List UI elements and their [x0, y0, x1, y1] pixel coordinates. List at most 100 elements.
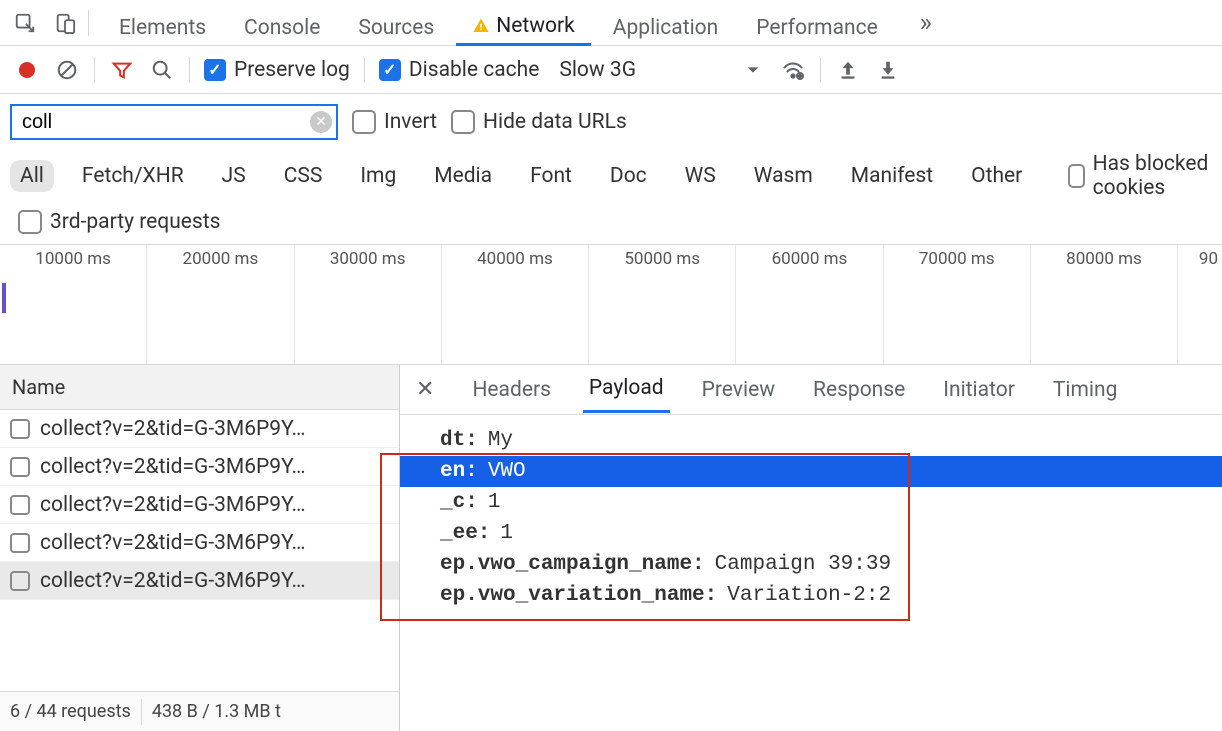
type-media[interactable]: Media	[424, 160, 502, 192]
request-name: collect?v=2&tid=G-3M6P9Y…	[40, 531, 306, 555]
type-ws[interactable]: WS	[675, 160, 726, 192]
checkbox-unchecked-icon	[18, 210, 42, 234]
timeline-tick: 20000 ms	[183, 249, 259, 269]
request-row[interactable]: collect?v=2&tid=G-3M6P9Y…	[0, 410, 399, 448]
divider	[189, 57, 190, 83]
clear-filter-icon[interactable]: ✕	[310, 111, 332, 133]
filter-icon[interactable]	[109, 57, 135, 83]
disable-cache-checkbox[interactable]: ✓ Disable cache	[379, 58, 540, 82]
request-name: collect?v=2&tid=G-3M6P9Y…	[40, 455, 306, 479]
inspect-icon[interactable]	[8, 6, 42, 40]
type-filter-row: All Fetch/XHR JS CSS Img Media Font Doc …	[0, 146, 1222, 208]
status-requests: 6 / 44 requests	[10, 701, 131, 722]
request-list-header[interactable]: Name	[0, 365, 399, 410]
search-icon[interactable]	[149, 57, 175, 83]
type-css[interactable]: CSS	[274, 160, 333, 192]
tab-elements[interactable]: Elements	[103, 0, 222, 46]
tab-network[interactable]: Network	[456, 0, 591, 46]
divider	[88, 10, 89, 36]
detail-tab-initiator[interactable]: Initiator	[937, 368, 1021, 412]
row-checkbox[interactable]	[10, 457, 30, 477]
request-list: collect?v=2&tid=G-3M6P9Y… collect?v=2&tid…	[0, 410, 399, 691]
timeline-tick: 30000 ms	[330, 249, 406, 269]
checkbox-checked-icon: ✓	[379, 59, 401, 81]
detail-tabs: ✕ Headers Payload Preview Response Initi…	[400, 365, 1222, 415]
type-doc[interactable]: Doc	[600, 160, 657, 192]
record-button[interactable]	[14, 57, 40, 83]
status-bar: 6 / 44 requests 438 B / 1.3 MB t	[0, 691, 399, 731]
status-size: 438 B / 1.3 MB t	[152, 701, 281, 722]
divider	[141, 699, 142, 725]
detail-tab-payload[interactable]: Payload	[583, 366, 670, 413]
download-har-icon[interactable]	[875, 57, 901, 83]
row-checkbox[interactable]	[10, 419, 30, 439]
request-row[interactable]: collect?v=2&tid=G-3M6P9Y…	[0, 486, 399, 524]
request-list-panel: Name collect?v=2&tid=G-3M6P9Y…collect?v=…	[0, 365, 400, 731]
third-party-row: 3rd-party requests	[0, 208, 1222, 245]
throttling-select[interactable]: Slow 3G	[553, 58, 642, 82]
panel-tabs: Elements Console Sources Network Applica…	[103, 0, 894, 46]
preserve-log-checkbox[interactable]: ✓ Preserve log	[204, 58, 350, 82]
divider	[364, 57, 365, 83]
type-wasm[interactable]: Wasm	[744, 160, 823, 192]
timeline-marker	[2, 283, 6, 313]
payload-body: dt:Myen:VWO_c:1_ee:1ep.vwo_campaign_name…	[400, 415, 1222, 731]
detail-tab-timing[interactable]: Timing	[1047, 368, 1124, 412]
detail-tab-response[interactable]: Response	[807, 368, 911, 412]
type-js[interactable]: JS	[212, 160, 256, 192]
third-party-checkbox[interactable]: 3rd-party requests	[18, 210, 220, 234]
hide-data-urls-checkbox[interactable]: Hide data URLs	[451, 110, 627, 134]
request-name: collect?v=2&tid=G-3M6P9Y…	[40, 417, 306, 441]
tab-network-label: Network	[496, 14, 575, 38]
request-row[interactable]: collect?v=2&tid=G-3M6P9Y…	[0, 524, 399, 562]
filter-input[interactable]	[10, 104, 338, 140]
has-blocked-cookies-label: Has blocked cookies	[1093, 152, 1212, 200]
tab-sources[interactable]: Sources	[342, 0, 450, 46]
detail-tab-preview[interactable]: Preview	[696, 368, 781, 412]
close-detail-icon[interactable]: ✕	[410, 377, 440, 402]
warning-icon	[472, 17, 490, 35]
filter-input-wrap: ✕	[10, 104, 338, 140]
request-row[interactable]: collect?v=2&tid=G-3M6P9Y…	[0, 562, 399, 600]
divider	[820, 57, 821, 83]
request-name: collect?v=2&tid=G-3M6P9Y…	[40, 493, 306, 517]
network-conditions-icon[interactable]	[780, 57, 806, 83]
network-split-view: Name collect?v=2&tid=G-3M6P9Y…collect?v=…	[0, 365, 1222, 731]
payload-key: dt:	[440, 429, 478, 452]
more-tabs-icon[interactable]: »	[908, 8, 944, 38]
type-font[interactable]: Font	[520, 160, 582, 192]
type-fetch-xhr[interactable]: Fetch/XHR	[72, 160, 194, 192]
tab-console[interactable]: Console	[228, 0, 336, 46]
detail-tab-headers[interactable]: Headers	[466, 368, 556, 412]
tab-performance[interactable]: Performance	[740, 0, 893, 46]
checkbox-unchecked-icon	[451, 110, 475, 134]
tab-application[interactable]: Application	[597, 0, 734, 46]
type-manifest[interactable]: Manifest	[841, 160, 943, 192]
request-row[interactable]: collect?v=2&tid=G-3M6P9Y…	[0, 448, 399, 486]
row-checkbox[interactable]	[10, 495, 30, 515]
payload-row[interactable]: dt: My	[400, 425, 1222, 456]
invert-label: Invert	[384, 110, 437, 134]
devtools-topbar: Elements Console Sources Network Applica…	[0, 0, 1222, 46]
network-timeline[interactable]: 10000 ms 20000 ms 30000 ms 40000 ms 5000…	[0, 245, 1222, 365]
has-blocked-cookies-checkbox[interactable]: Has blocked cookies	[1068, 152, 1212, 200]
chevron-down-icon[interactable]	[740, 57, 766, 83]
timeline-tick: 50000 ms	[624, 249, 700, 269]
request-name: collect?v=2&tid=G-3M6P9Y…	[40, 569, 306, 593]
type-other[interactable]: Other	[961, 160, 1032, 192]
timeline-tick: 10000 ms	[35, 249, 111, 269]
clear-button[interactable]	[54, 57, 80, 83]
upload-har-icon[interactable]	[835, 57, 861, 83]
type-all[interactable]: All	[10, 160, 54, 192]
preserve-log-label: Preserve log	[234, 58, 350, 82]
timeline-tick: 60000 ms	[772, 249, 848, 269]
row-checkbox[interactable]	[10, 571, 30, 591]
timeline-tick: 70000 ms	[919, 249, 995, 269]
payload-value: My	[488, 429, 513, 452]
hide-data-urls-label: Hide data URLs	[483, 110, 627, 134]
type-img[interactable]: Img	[350, 160, 406, 192]
request-detail-panel: ✕ Headers Payload Preview Response Initi…	[400, 365, 1222, 731]
invert-checkbox[interactable]: Invert	[352, 110, 437, 134]
device-toggle-icon[interactable]	[48, 6, 82, 40]
row-checkbox[interactable]	[10, 533, 30, 553]
